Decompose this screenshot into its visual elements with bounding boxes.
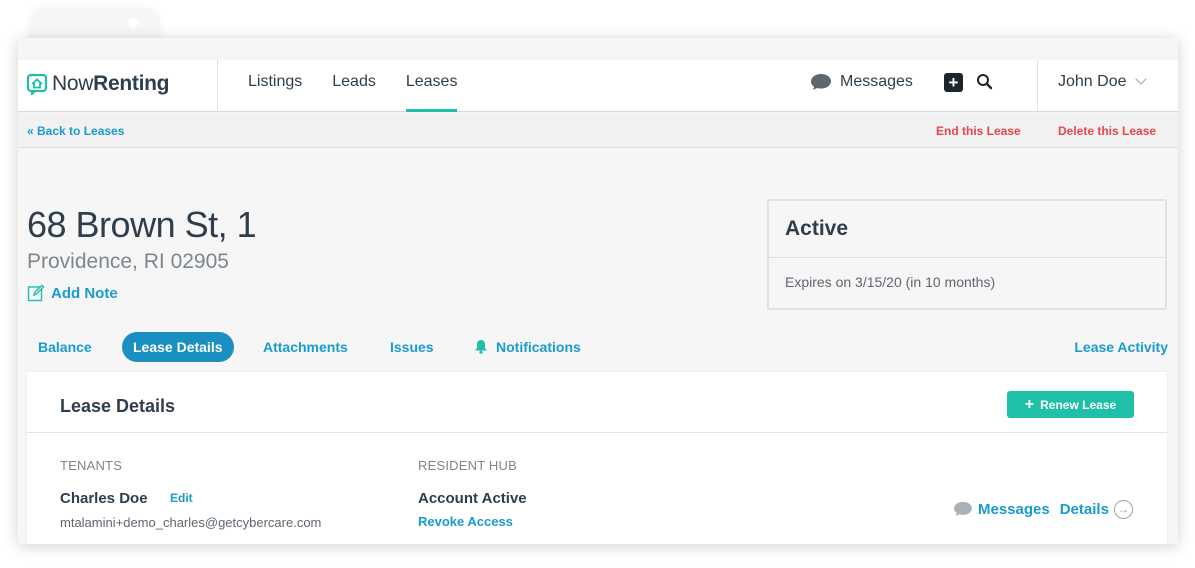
status-divider bbox=[769, 257, 1165, 258]
search-icon[interactable] bbox=[976, 73, 994, 91]
app-window: NowRenting Listings Leads Leases Message… bbox=[18, 38, 1178, 544]
edit-tenant-link[interactable]: Edit bbox=[170, 491, 193, 505]
user-menu[interactable]: John Doe bbox=[1058, 60, 1147, 104]
plus-icon: + bbox=[1024, 395, 1035, 413]
app-header: NowRenting Listings Leads Leases Message… bbox=[18, 60, 1178, 112]
nav-leads[interactable]: Leads bbox=[332, 60, 376, 112]
add-note-link[interactable]: Add Note bbox=[27, 284, 118, 302]
window-top-strip bbox=[18, 38, 1178, 60]
lease-details-panel: Lease Details + Renew Lease TENANTS RESI… bbox=[27, 372, 1167, 544]
tenant-messages-link[interactable]: Messages bbox=[978, 501, 1050, 518]
plus-square-icon: + bbox=[948, 73, 959, 92]
brand-name: NowRenting bbox=[52, 72, 170, 95]
property-city: Providence, RI 02905 bbox=[27, 250, 229, 273]
panel-divider bbox=[27, 432, 1167, 433]
messages-button[interactable]: Messages bbox=[810, 60, 913, 104]
arrow-right-circle-icon: → bbox=[1113, 499, 1133, 519]
nav-leases[interactable]: Leases bbox=[405, 60, 457, 112]
action-bar: « Back to Leases End this Lease Delete t… bbox=[18, 113, 1178, 148]
window-tab-dot bbox=[128, 18, 138, 28]
tab-balance[interactable]: Balance bbox=[38, 332, 92, 362]
end-lease-link[interactable]: End this Lease bbox=[936, 124, 1021, 138]
main-nav: Listings Leads Leases bbox=[248, 60, 487, 112]
tenant-details-link[interactable]: Details → bbox=[1059, 499, 1133, 519]
lease-status-card: Active Expires on 3/15/20 (in 10 months) bbox=[767, 199, 1167, 310]
back-to-leases-link[interactable]: « Back to Leases bbox=[27, 124, 124, 138]
renew-lease-label: Renew Lease bbox=[1040, 397, 1117, 412]
tenant-actions: Messages Details → bbox=[953, 498, 1133, 520]
revoke-access-link[interactable]: Revoke Access bbox=[418, 514, 513, 529]
house-logo-icon bbox=[26, 73, 48, 95]
tenant-name: Charles Doe bbox=[60, 490, 148, 507]
brand-logo[interactable]: NowRenting bbox=[26, 69, 169, 99]
chat-bubble-icon bbox=[954, 501, 972, 517]
header-divider bbox=[217, 60, 218, 112]
chevron-down-icon bbox=[1134, 73, 1147, 85]
lease-expiry: Expires on 3/15/20 (in 10 months) bbox=[785, 274, 996, 290]
bell-icon bbox=[475, 340, 487, 355]
tenants-heading: TENANTS bbox=[60, 458, 123, 473]
tab-attachments[interactable]: Attachments bbox=[263, 332, 348, 362]
lease-activity-link[interactable]: Lease Activity bbox=[1074, 332, 1168, 362]
add-note-label: Add Note bbox=[51, 284, 118, 302]
lease-status: Active bbox=[785, 217, 849, 240]
tab-notifications-label: Notifications bbox=[496, 339, 581, 355]
messages-label: Messages bbox=[840, 73, 913, 90]
tab-lease-details[interactable]: Lease Details bbox=[122, 332, 234, 362]
window-tab bbox=[30, 10, 160, 40]
hub-account-status: Account Active bbox=[418, 490, 527, 507]
delete-lease-link[interactable]: Delete this Lease bbox=[1058, 124, 1156, 138]
user-divider bbox=[1037, 60, 1038, 112]
renew-lease-button[interactable]: + Renew Lease bbox=[1007, 391, 1134, 418]
user-name: John Doe bbox=[1058, 73, 1127, 90]
property-address: 68 Brown St, 1 bbox=[27, 204, 257, 245]
edit-note-icon bbox=[27, 284, 45, 302]
panel-title: Lease Details bbox=[60, 396, 176, 416]
tenant-email: mtalamini+demo_charles@getcybercare.com bbox=[60, 515, 322, 530]
nav-listings[interactable]: Listings bbox=[248, 60, 302, 112]
tab-notifications[interactable]: Notifications bbox=[474, 332, 581, 362]
details-label: Details bbox=[1059, 500, 1109, 518]
resident-hub-heading: RESIDENT HUB bbox=[418, 458, 517, 473]
add-button[interactable]: + bbox=[944, 73, 963, 92]
tab-issues[interactable]: Issues bbox=[390, 332, 434, 362]
chat-bubble-icon bbox=[811, 74, 831, 90]
